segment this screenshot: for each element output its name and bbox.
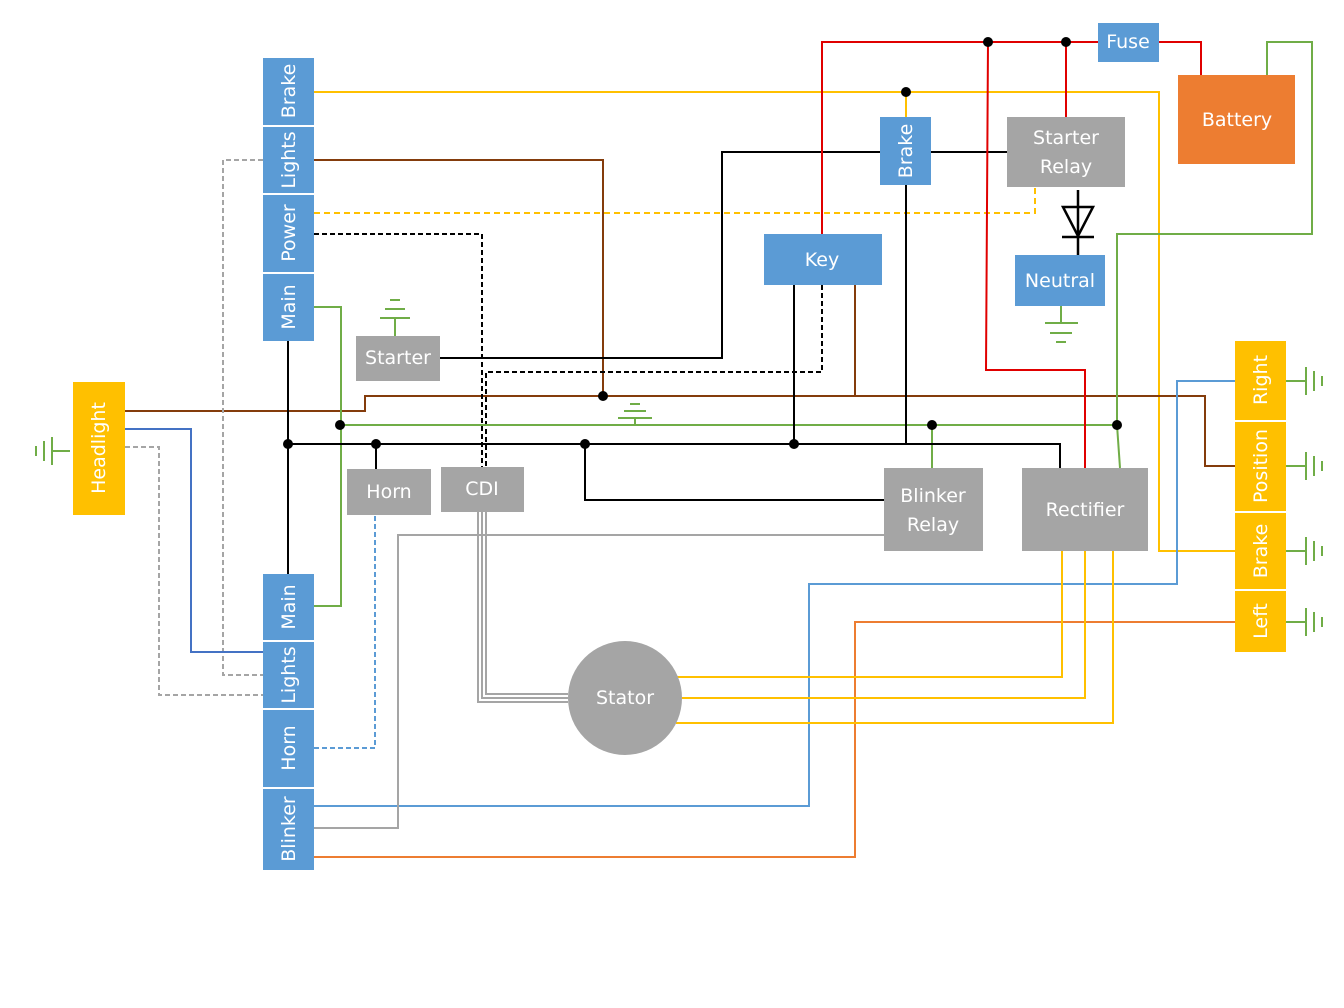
junction-dots bbox=[283, 37, 1122, 449]
pin-left: Left bbox=[1250, 603, 1272, 639]
pin-brake: Brake bbox=[278, 64, 300, 119]
rectifier-label: Rectifier bbox=[1046, 499, 1125, 521]
right-connector: Right Position Brake Left bbox=[1235, 341, 1286, 652]
starter-label: Starter bbox=[365, 347, 431, 369]
pin-position: Position bbox=[1250, 429, 1272, 503]
key-switch: Key bbox=[764, 234, 882, 285]
stator-label: Stator bbox=[596, 687, 654, 709]
stator: Stator bbox=[568, 641, 682, 755]
wire-bus-black bbox=[288, 443, 1061, 468]
brake-label: Brake bbox=[895, 124, 917, 179]
battery: Battery bbox=[1178, 75, 1295, 164]
headlight-label: Headlight bbox=[88, 402, 110, 494]
wire-main-green bbox=[314, 306, 342, 607]
wire-power-yellow-dashed bbox=[314, 187, 1036, 214]
wire-blinker-left-orange bbox=[314, 621, 1235, 858]
ground-icon bbox=[1286, 537, 1323, 565]
pin-horn: Horn bbox=[278, 725, 300, 770]
blinker-relay-label: Blinker bbox=[900, 485, 966, 507]
blinker-relay-label: Relay bbox=[907, 514, 959, 536]
ground-icon bbox=[1286, 452, 1323, 480]
neutral-label: Neutral bbox=[1025, 270, 1095, 292]
wire-cdi-stator bbox=[481, 512, 568, 699]
headlight: Headlight bbox=[73, 382, 125, 515]
wire-lights-gray-dashed bbox=[222, 159, 263, 676]
wire-key-black-dashed bbox=[485, 285, 823, 467]
horn-label: Horn bbox=[366, 481, 411, 503]
pin-main: Main bbox=[278, 284, 300, 329]
cdi: CDI bbox=[441, 467, 524, 512]
wire-red-battery bbox=[1159, 41, 1202, 75]
neutral-switch: Neutral bbox=[1015, 255, 1105, 306]
wire-headlight-blue bbox=[125, 428, 263, 653]
battery-label: Battery bbox=[1202, 109, 1272, 131]
ground-icon bbox=[1286, 367, 1323, 395]
wire-blinker-black bbox=[584, 444, 884, 501]
left-bottom-connector: Main Lights Horn Blinker bbox=[263, 574, 314, 870]
rectifier: Rectifier bbox=[1022, 468, 1148, 551]
starter-relay-label: Starter bbox=[1033, 127, 1099, 149]
diode-icon bbox=[1060, 190, 1096, 255]
pin-lights: Lights bbox=[278, 646, 300, 703]
wire-cdi-stator bbox=[477, 512, 568, 703]
pin-main: Main bbox=[278, 584, 300, 629]
fuse-label: Fuse bbox=[1106, 31, 1150, 53]
starter-relay-label: Relay bbox=[1040, 156, 1092, 178]
ground-icon bbox=[1286, 608, 1323, 636]
pin-lights: Lights bbox=[278, 131, 300, 188]
ground-icon bbox=[1045, 306, 1078, 343]
ground-icon bbox=[380, 299, 410, 336]
pin-power: Power bbox=[278, 204, 300, 262]
starter: Starter bbox=[356, 336, 440, 381]
pin-right: Right bbox=[1250, 355, 1272, 405]
key-label: Key bbox=[805, 249, 839, 271]
cdi-label: CDI bbox=[465, 478, 499, 500]
ground-icon bbox=[35, 437, 70, 465]
wire-stator-yellow bbox=[676, 551, 1063, 678]
fuse: Fuse bbox=[1098, 23, 1159, 62]
blinker-relay: Blinker Relay bbox=[884, 468, 983, 551]
wire-cdi-stator bbox=[485, 512, 568, 695]
wire-stator-yellow bbox=[682, 551, 1086, 699]
brake-switch: Brake bbox=[880, 117, 931, 185]
starter-relay: Starter Relay bbox=[1007, 117, 1125, 187]
left-top-connector: Brake Lights Power Main bbox=[263, 58, 314, 341]
ground-icon bbox=[618, 403, 652, 425]
pin-blinker: Blinker bbox=[278, 796, 300, 862]
horn: Horn bbox=[347, 469, 431, 515]
wire-headlight-gray-dashed bbox=[125, 446, 263, 696]
pin-brake: Brake bbox=[1250, 524, 1272, 579]
wire-headlight-brown bbox=[125, 395, 1235, 467]
wiring-diagram: Brake Lights Power Main Main Lights Horn… bbox=[35, 23, 1323, 870]
wire-horn-blue-dashed bbox=[314, 515, 376, 749]
